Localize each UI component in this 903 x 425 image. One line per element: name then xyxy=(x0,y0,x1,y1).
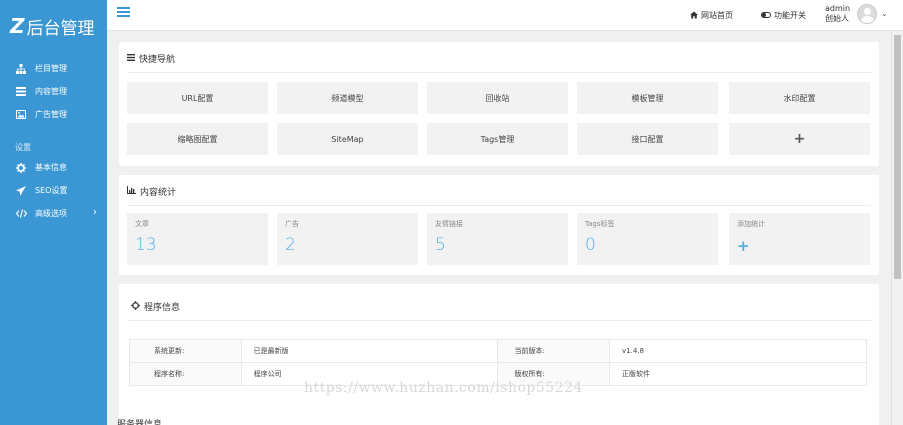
sidebar-item-label: 内容管理 xyxy=(35,87,67,96)
stat-label: 广告 xyxy=(285,220,299,228)
program-info-table: 系统更新: 已是最新版 当前版本: v1.4.8 程序名称: 程序公司 版权所有… xyxy=(129,339,867,386)
menu-toggle-button[interactable] xyxy=(117,7,130,18)
avatar[interactable] xyxy=(857,4,877,24)
quick-btn-thumbnail[interactable]: 缩略图配置 xyxy=(127,123,268,155)
toggle-icon xyxy=(761,11,771,20)
list-icon xyxy=(15,86,27,98)
stat-value: 5 xyxy=(435,235,446,255)
stat-label: 友情链接 xyxy=(435,220,463,228)
stats-title-text: 内容统计 xyxy=(140,188,177,198)
main-content: 快捷导航 URL配置 频道模型 回收站 模板管理 水印配置 缩略图配置 Site… xyxy=(107,31,891,425)
user-role: 创始人 xyxy=(825,14,849,23)
bar-chart-icon xyxy=(127,186,136,197)
info-value: v1.4.8 xyxy=(609,339,867,363)
gear-icon xyxy=(131,300,140,313)
topbar: 网站首页 功能开关 admin 创始人 ⌄ xyxy=(107,0,903,31)
logo[interactable]: Z 后台管理 xyxy=(0,0,107,52)
stat-box-add[interactable]: 添加统计 + xyxy=(729,213,870,265)
home-icon xyxy=(690,11,698,21)
stat-box-links[interactable]: 友情链接 5 xyxy=(427,213,568,265)
watermark: https://www.huzhan.com/ishop55224 xyxy=(304,380,583,396)
logo-mark: Z xyxy=(10,14,25,38)
sidebar-item-label: 栏目管理 xyxy=(35,64,67,73)
stat-label: 文章 xyxy=(135,220,149,228)
sidebar: Z 后台管理 栏目管理 内容管理 广告管理 设置 基本信息 SEO设置 高级选项… xyxy=(0,0,107,425)
server-info-title: 服务器信息 xyxy=(117,420,163,425)
stat-label: Tags标签 xyxy=(585,220,615,228)
info-value: 正版软件 xyxy=(609,362,867,386)
stat-box-ads[interactable]: 广告 2 xyxy=(277,213,418,265)
sidebar-item-label: SEO设置 xyxy=(35,186,68,195)
sidebar-item-ads[interactable]: 广告管理 xyxy=(0,103,107,126)
user-info[interactable]: admin 创始人 xyxy=(825,4,850,24)
program-info-panel: 程序信息 系统更新: 已是最新版 当前版本: v1.4.8 程序名称: 程序公司… xyxy=(119,284,879,425)
sidebar-item-label: 广告管理 xyxy=(35,110,67,119)
logo-text: 后台管理 xyxy=(26,18,95,39)
stat-value: 0 xyxy=(585,235,596,255)
site-home-label: 网站首页 xyxy=(701,11,733,20)
chevron-down-icon[interactable]: ⌄ xyxy=(881,9,888,18)
scrollbar-thumb[interactable] xyxy=(894,35,901,279)
stat-value: 13 xyxy=(135,235,157,255)
code-icon xyxy=(15,208,27,220)
sitemap-icon xyxy=(15,63,27,75)
sidebar-item-label: 高级选项 xyxy=(35,209,67,218)
stats-title: 内容统计 xyxy=(127,185,176,198)
info-key: 程序名称: xyxy=(129,362,242,386)
quick-btn-recycle-bin[interactable]: 回收站 xyxy=(427,82,568,114)
sidebar-item-content[interactable]: 内容管理 xyxy=(0,80,107,103)
stat-box-tags[interactable]: Tags标签 0 xyxy=(577,213,718,265)
sidebar-item-basic-info[interactable]: 基本信息 xyxy=(0,156,107,179)
quick-nav-title-text: 快捷导航 xyxy=(139,55,176,65)
quick-btn-tags[interactable]: Tags管理 xyxy=(427,123,568,155)
quick-btn-watermark[interactable]: 水印配置 xyxy=(729,82,870,114)
quick-btn-api-config[interactable]: 接口配置 xyxy=(577,123,718,155)
sidebar-item-label: 基本信息 xyxy=(35,163,67,172)
quick-btn-sitemap[interactable]: SiteMap xyxy=(277,123,418,155)
quick-nav-title: 快捷导航 xyxy=(127,52,175,65)
feature-toggle-link[interactable]: 功能开关 xyxy=(761,10,806,21)
program-info-title: 程序信息 xyxy=(131,300,180,313)
quick-btn-add[interactable]: + xyxy=(729,123,870,155)
bars-icon xyxy=(127,53,135,64)
quick-nav-panel: 快捷导航 URL配置 频道模型 回收站 模板管理 水印配置 缩略图配置 Site… xyxy=(119,42,879,166)
site-home-link[interactable]: 网站首页 xyxy=(690,10,733,21)
info-value: 已是最新版 xyxy=(240,339,499,363)
stats-panel: 内容统计 文章 13 广告 2 友情链接 5 Tags标签 0 添加统计 + xyxy=(119,175,879,275)
chevron-right-icon: › xyxy=(93,207,97,218)
stat-label: 添加统计 xyxy=(737,220,765,228)
paper-plane-icon xyxy=(15,185,27,197)
sidebar-section-settings: 设置 xyxy=(15,143,31,152)
quick-btn-url-config[interactable]: URL配置 xyxy=(127,82,268,114)
info-key: 系统更新: xyxy=(129,339,242,363)
table-row: 系统更新: 已是最新版 当前版本: v1.4.8 xyxy=(129,339,867,363)
sidebar-item-category[interactable]: 栏目管理 xyxy=(0,57,107,80)
gear-icon xyxy=(15,162,27,174)
stat-value: 2 xyxy=(285,235,296,255)
sidebar-item-seo[interactable]: SEO设置 xyxy=(0,179,107,202)
quick-btn-template[interactable]: 模板管理 xyxy=(577,82,718,114)
stat-add-icon: + xyxy=(737,237,750,255)
stat-box-articles[interactable]: 文章 13 xyxy=(127,213,268,265)
sidebar-item-advanced[interactable]: 高级选项 › xyxy=(0,202,107,225)
image-icon xyxy=(15,109,27,121)
feature-toggle-label: 功能开关 xyxy=(774,11,806,20)
program-info-title-text: 程序信息 xyxy=(144,303,181,313)
user-name: admin xyxy=(825,4,851,13)
info-key: 当前版本: xyxy=(497,339,611,363)
quick-btn-channel-model[interactable]: 频道模型 xyxy=(277,82,418,114)
page-scrollbar[interactable] xyxy=(891,31,903,425)
